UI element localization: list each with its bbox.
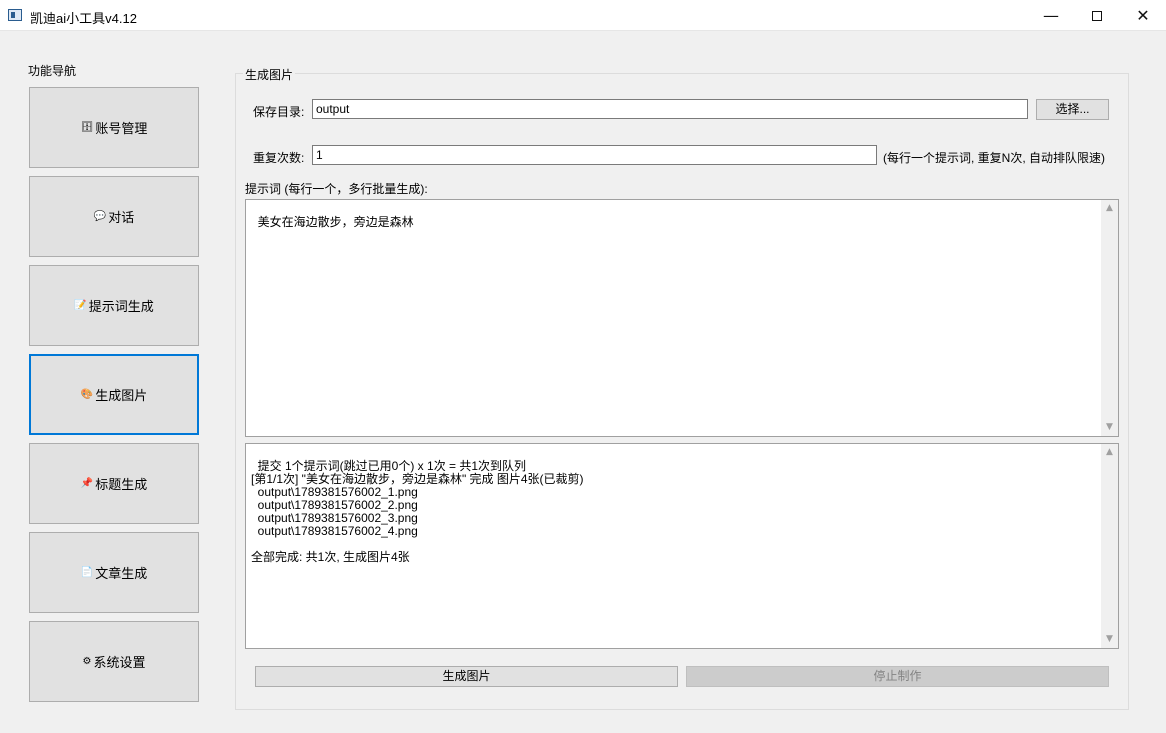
maximize-button[interactable] [1074, 0, 1120, 31]
save-dir-label: 保存目录: [253, 105, 305, 119]
choose-dir-button[interactable]: 选择... [1036, 99, 1109, 120]
nav-prompt-button[interactable]: 📝 提示词生成 [29, 265, 199, 346]
nav-chat-label: 对话 [108, 210, 135, 225]
repeat-label: 重复次数: [253, 151, 305, 165]
minimize-icon: — [1043, 6, 1059, 25]
nav-title-button[interactable]: 📌 标题生成 [29, 443, 199, 524]
app-icon [8, 9, 22, 21]
prompt-textarea[interactable]: 美女在海边散步，旁边是森林 ▲ ▼ [245, 199, 1119, 437]
generate-image-button[interactable]: 生成图片 [255, 666, 678, 687]
prompt-label: 提示词 (每行一个，多行批量生成): [245, 182, 428, 196]
chevron-down-icon[interactable]: ▼ [1101, 631, 1118, 648]
chevron-down-icon[interactable]: ▼ [1101, 419, 1118, 436]
gear-icon: ⚙ [82, 656, 92, 667]
prompt-scrollbar[interactable]: ▲ ▼ [1101, 200, 1118, 436]
log-text: 提交 1个提示词(跳过已用0个) x 1次 = 共1次到队列 [第1/1次] "… [251, 459, 584, 564]
panel-title: 生成图片 [243, 66, 296, 83]
nav-account-label: 账号管理 [95, 121, 148, 136]
palette-icon: 🎨 [80, 389, 94, 400]
nav-image-button[interactable]: 🎨 生成图片 [29, 354, 199, 435]
nav-account-button[interactable]: 🗄 账号管理 [29, 87, 199, 168]
nav-settings-label: 系统设置 [93, 655, 146, 670]
nav-chat-button[interactable]: 💬 对话 [29, 176, 199, 257]
prompt-text: 美女在海边散步，旁边是森林 [257, 215, 414, 229]
chevron-up-icon[interactable]: ▲ [1101, 444, 1118, 461]
nav-article-label: 文章生成 [95, 566, 148, 581]
document-icon: 📄 [80, 567, 94, 578]
memo-icon: 📝 [74, 300, 87, 311]
repeat-hint: (每行一个提示词, 重复N次, 自动排队限速) [883, 151, 1105, 165]
title-bar: 凯迪ai小工具v4.12 — ✕ [0, 0, 1166, 31]
maximize-icon [1092, 10, 1102, 21]
save-dir-input[interactable] [312, 99, 1028, 119]
nav-prompt-label: 提示词生成 [88, 299, 154, 314]
nav-title-label: 标题生成 [95, 477, 148, 492]
log-output[interactable]: 提交 1个提示词(跳过已用0个) x 1次 = 共1次到队列 [第1/1次] "… [245, 443, 1119, 649]
nav-image-label: 生成图片 [95, 388, 148, 403]
pin-icon: 📌 [80, 478, 94, 489]
nav-article-button[interactable]: 📄 文章生成 [29, 532, 199, 613]
stop-button[interactable]: 停止制作 [686, 666, 1109, 687]
log-scrollbar[interactable]: ▲ ▼ [1101, 444, 1118, 648]
close-icon: ✕ [1136, 6, 1150, 25]
cabinet-icon: 🗄 [80, 122, 94, 133]
nav-label: 功能导航 [28, 64, 77, 78]
chevron-up-icon[interactable]: ▲ [1101, 200, 1118, 217]
chat-icon: 💬 [93, 211, 107, 222]
repeat-input[interactable] [312, 145, 877, 165]
nav-settings-button[interactable]: ⚙ 系统设置 [29, 621, 199, 702]
minimize-button[interactable]: — [1028, 0, 1074, 31]
close-button[interactable]: ✕ [1120, 0, 1166, 31]
window-title: 凯迪ai小工具v4.12 [30, 11, 137, 26]
